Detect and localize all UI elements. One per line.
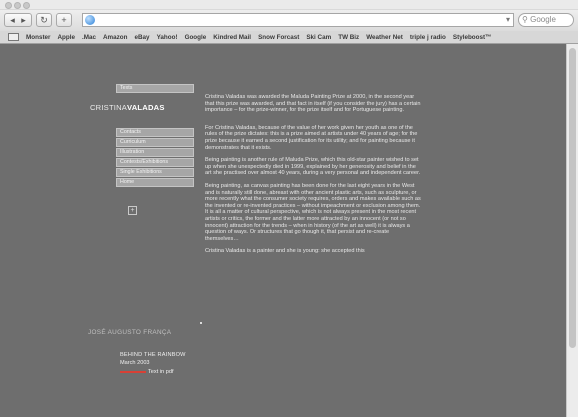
back-arrow-icon[interactable]: ◂ — [10, 15, 15, 25]
chevron-down-icon[interactable]: ▾ — [506, 14, 510, 26]
expand-plus-button[interactable]: + — [128, 206, 137, 215]
texts-button[interactable]: Texts — [116, 84, 194, 93]
site-logo[interactable]: CRISTINAVALADAS — [90, 103, 165, 112]
publication-date: March 2003 — [120, 360, 150, 366]
plus-icon: + — [61, 15, 67, 25]
minimize-window-button[interactable] — [14, 2, 21, 9]
decorative-dot — [200, 322, 202, 324]
scrollbar-thumb[interactable] — [569, 48, 576, 348]
search-field[interactable]: ⚲ Google — [518, 13, 574, 27]
site-globe-icon — [85, 15, 95, 25]
bookmark-item[interactable]: Ski Cam — [306, 31, 331, 44]
bookmark-item[interactable]: Amazon — [103, 31, 128, 44]
vertical-scrollbar[interactable] — [566, 44, 578, 417]
back-forward-buttons[interactable]: ◂ ▸ — [4, 13, 32, 27]
bookmarks-bar: Monster Apple .Mac Amazon eBay Yahoo! Google Ki… — [0, 31, 578, 44]
author-name: JOSÉ AUGUSTO FRANÇA — [88, 329, 172, 336]
pdf-link[interactable]: Text in pdf — [120, 368, 174, 375]
bookmark-item[interactable]: Weather Net — [366, 31, 403, 44]
reload-button[interactable]: ↻ — [36, 13, 52, 27]
bookmark-item[interactable]: .Mac — [82, 31, 96, 44]
bookmark-item[interactable]: Monster — [26, 31, 51, 44]
article-paragraph: Being painting is another rule of Maluda… — [205, 157, 421, 177]
brand-first-name: CRISTINA — [90, 103, 128, 112]
bookmark-item[interactable]: Kindred Mail — [213, 31, 251, 44]
close-window-button[interactable] — [5, 2, 12, 9]
pdf-link-label[interactable]: Text in pdf — [148, 369, 174, 375]
bookmarks-list: Monster Apple .Mac Amazon eBay Yahoo! Google Ki… — [26, 31, 491, 44]
article-paragraph: Cristina Valadas was awarded the Maluda … — [205, 94, 421, 114]
nav-curriculum[interactable]: Curriculum — [116, 138, 194, 147]
article-paragraph: Cristina Valadas is a painter and she is… — [205, 248, 365, 255]
bookmark-item[interactable]: Apple — [58, 31, 76, 44]
nav-illustration[interactable]: Illustration — [116, 148, 194, 157]
bookmark-item[interactable]: Google — [185, 31, 207, 44]
browser-toolbar: ◂ ▸ ↻ + ▾ ⚲ Google — [0, 10, 578, 31]
pdf-accent-bar — [120, 370, 146, 373]
bookmark-item[interactable]: Yahoo! — [157, 31, 178, 44]
publication-title: BEHIND THE RAINBOW — [120, 352, 186, 358]
nav-contests-exhibitions[interactable]: Contests/Exhibitions — [116, 158, 194, 167]
search-placeholder: Google — [530, 15, 556, 24]
bookmark-item[interactable]: Styleboost™ — [453, 31, 492, 44]
nav-single-exhibitions[interactable]: Single Exhibitions — [116, 168, 194, 177]
article-paragraph: For Cristina Valadas, because of the val… — [205, 124, 418, 151]
zoom-window-button[interactable] — [23, 2, 30, 9]
bookmarks-book-icon[interactable] — [8, 33, 19, 41]
window-title-bar — [0, 0, 578, 10]
reload-icon: ↻ — [40, 15, 48, 25]
article-text: Cristina Valadas was awarded the Maluda … — [205, 94, 421, 261]
bookmark-item[interactable]: TW Biz — [338, 31, 359, 44]
nav-contacts[interactable]: Contacts — [116, 128, 194, 137]
bookmark-item[interactable]: triple j radio — [410, 31, 446, 44]
add-bookmark-button[interactable]: + — [56, 13, 72, 27]
forward-arrow-icon[interactable]: ▸ — [21, 15, 26, 25]
article-paragraph: Being painting, as canvas painting has b… — [205, 182, 421, 242]
search-icon: ⚲ — [522, 15, 528, 24]
nav-home[interactable]: Home — [116, 178, 194, 187]
bookmark-item[interactable]: eBay — [135, 31, 150, 44]
bookmark-item[interactable]: Snow Forcast — [258, 31, 299, 44]
brand-last-name: VALADAS — [127, 103, 165, 112]
address-bar[interactable]: ▾ — [82, 13, 514, 27]
